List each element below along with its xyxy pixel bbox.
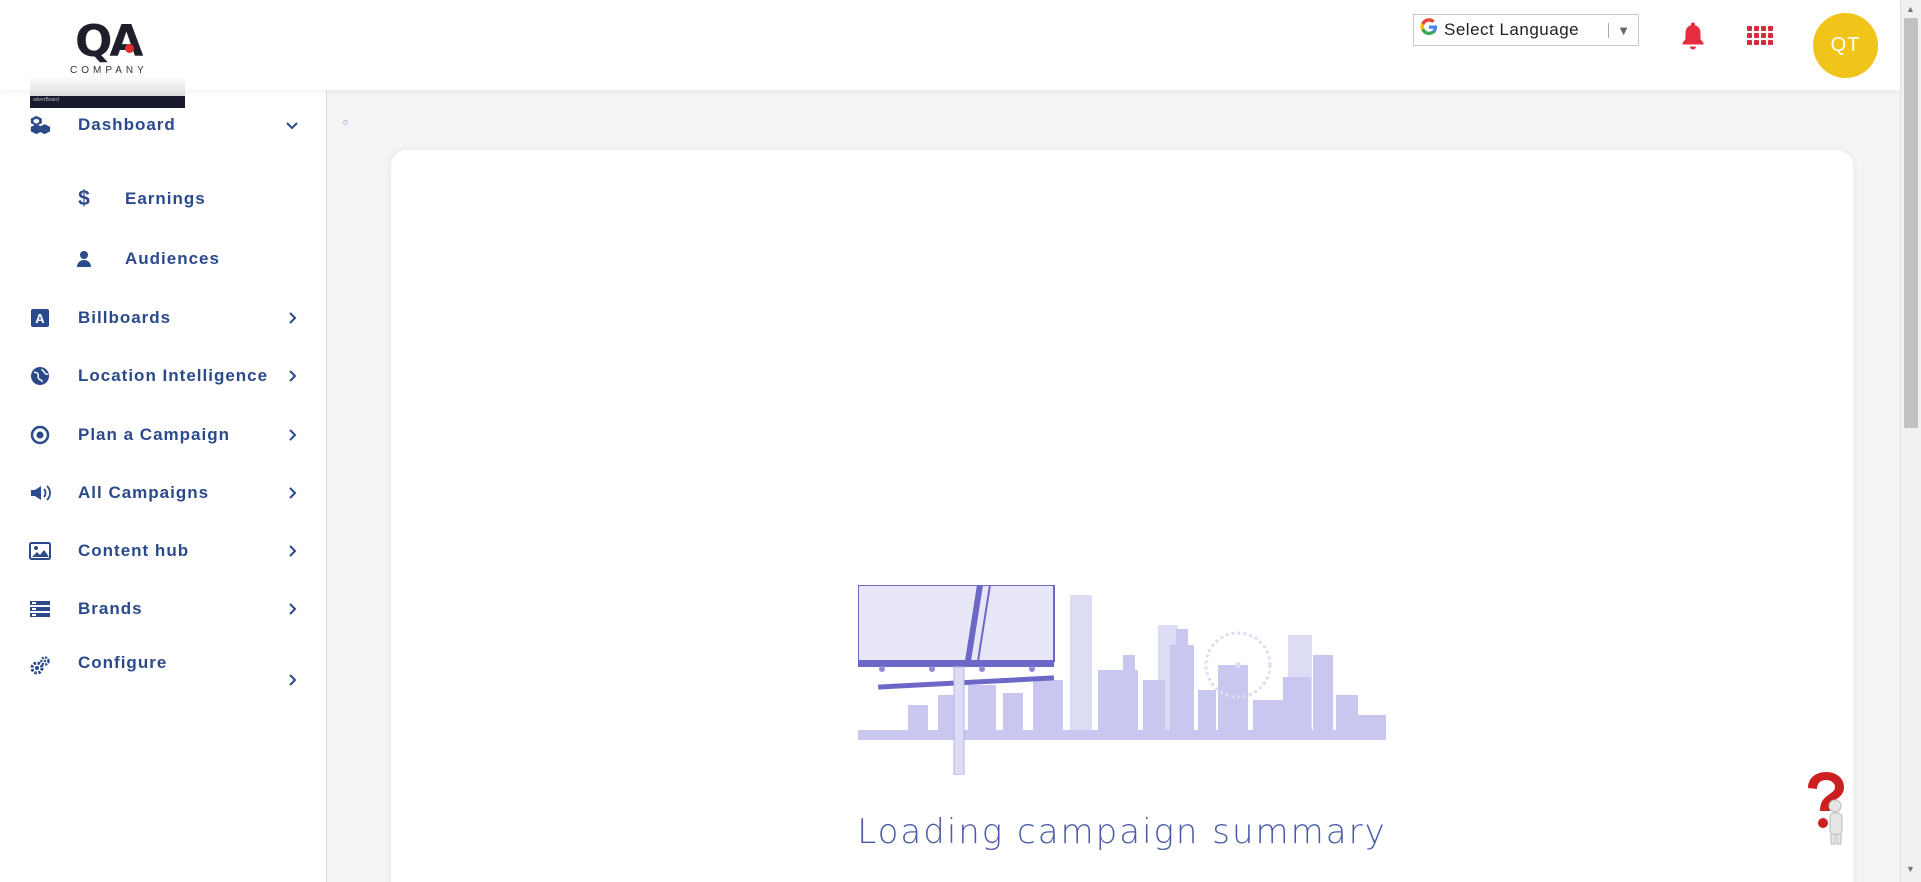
sidebar-item-label: Brands [78,599,143,618]
sidebar-item-plan-a-campaign[interactable]: Plan a Campaign [0,415,327,455]
bell-icon[interactable] [1680,22,1706,52]
sidebar-item-label: Configure [78,653,168,672]
gears-icon [29,655,51,677]
language-select[interactable]: Select Language ▼ [1413,14,1639,46]
grid-apps-icon[interactable] [1747,26,1773,46]
billboard-city-illustration [858,585,1386,775]
help-question-icon[interactable] [1800,770,1848,846]
user-icon [73,248,95,270]
chevron-right-icon [289,487,297,499]
breadcrumb [343,120,348,125]
sidebar-item-configure[interactable]: Configure [0,643,327,686]
sidebar-item-billboards[interactable]: A Billboards [0,298,327,338]
sidebar-item-label: Audiences [125,249,220,268]
logo-fade [30,76,185,98]
scroll-down-arrow-icon[interactable]: ▼ [1906,864,1915,874]
target-icon [29,424,51,446]
avatar[interactable]: QT [1813,13,1878,78]
logo-subtitle: COMPANY [70,65,148,76]
sidebar-item-label: Earnings [125,189,206,208]
sidebar-item-location-intelligence[interactable]: Location Intelligence [0,356,327,396]
sidebar: Dashboard $ Earnings Audiences A Billboa… [0,90,327,882]
sidebar-item-label: Content hub [78,541,190,560]
image-icon [29,540,51,562]
dollar-icon: $ [78,187,90,210]
loading-status-text: Loading campaign summary [857,812,1387,852]
brands-list-icon [29,598,51,620]
chevron-right-icon [289,370,297,382]
billboard-a-icon: A [29,307,51,329]
top-header: QA COMPANY adverBoard Select Language ▼ … [0,0,1900,108]
sidebar-item-all-campaigns[interactable]: All Campaigns [0,473,327,513]
scroll-thumb[interactable] [1904,18,1918,428]
sidebar-item-label: Plan a Campaign [78,425,230,444]
company-logo[interactable]: QA COMPANY adverBoard [30,12,185,108]
dashboard-icon [29,114,51,136]
sidebar-item-brands[interactable]: Brands [0,589,327,629]
chevron-down-icon [286,122,298,130]
language-label: Select Language [1444,20,1580,39]
chevron-right-icon [289,312,297,324]
globe-icon [29,365,51,387]
chevron-right-icon [289,429,297,441]
megaphone-icon [29,482,51,504]
sidebar-item-label: Location Intelligence [78,366,269,385]
dropdown-arrow-icon: ▼ [1608,22,1638,38]
chevron-right-icon [289,545,297,557]
logo-bar: adverBoard [30,96,185,108]
sidebar-item-label: Billboards [78,308,172,327]
chevron-right-icon [289,674,297,686]
sidebar-item-content-hub[interactable]: Content hub [0,531,327,571]
sidebar-item-earnings[interactable]: $ Earnings [0,179,327,219]
scroll-up-arrow-icon[interactable]: ▲ [1906,4,1915,14]
sidebar-item-dashboard[interactable]: Dashboard [0,105,327,145]
svg-text:A: A [35,311,45,326]
google-g-icon [1414,17,1444,43]
chevron-right-icon [289,603,297,615]
logo-dot [125,44,134,53]
logo-mark: QA [75,16,143,67]
sidebar-item-audiences[interactable]: Audiences [0,239,327,279]
sidebar-item-label: Dashboard [78,115,176,134]
sidebar-item-label: All Campaigns [78,483,210,502]
page-scrollbar[interactable]: ▲ ▼ [1900,0,1921,882]
